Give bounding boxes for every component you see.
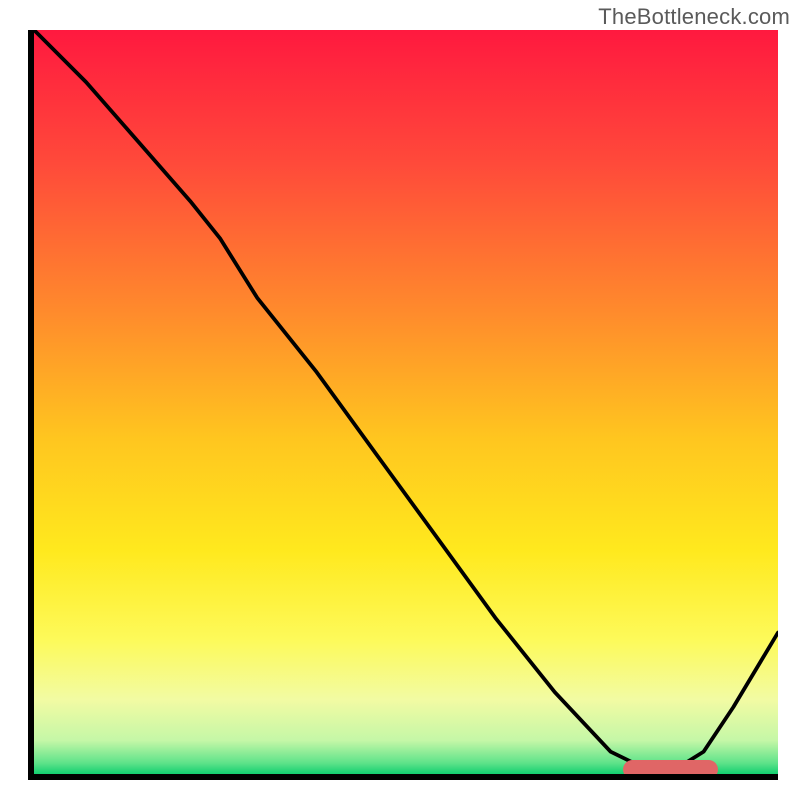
watermark-text: TheBottleneck.com <box>598 4 790 30</box>
optimal-range-marker <box>623 760 718 779</box>
viewport: TheBottleneck.com <box>0 0 800 800</box>
curve-layer <box>34 30 778 774</box>
plot-frame <box>28 30 778 780</box>
bottleneck-curve <box>34 30 778 770</box>
